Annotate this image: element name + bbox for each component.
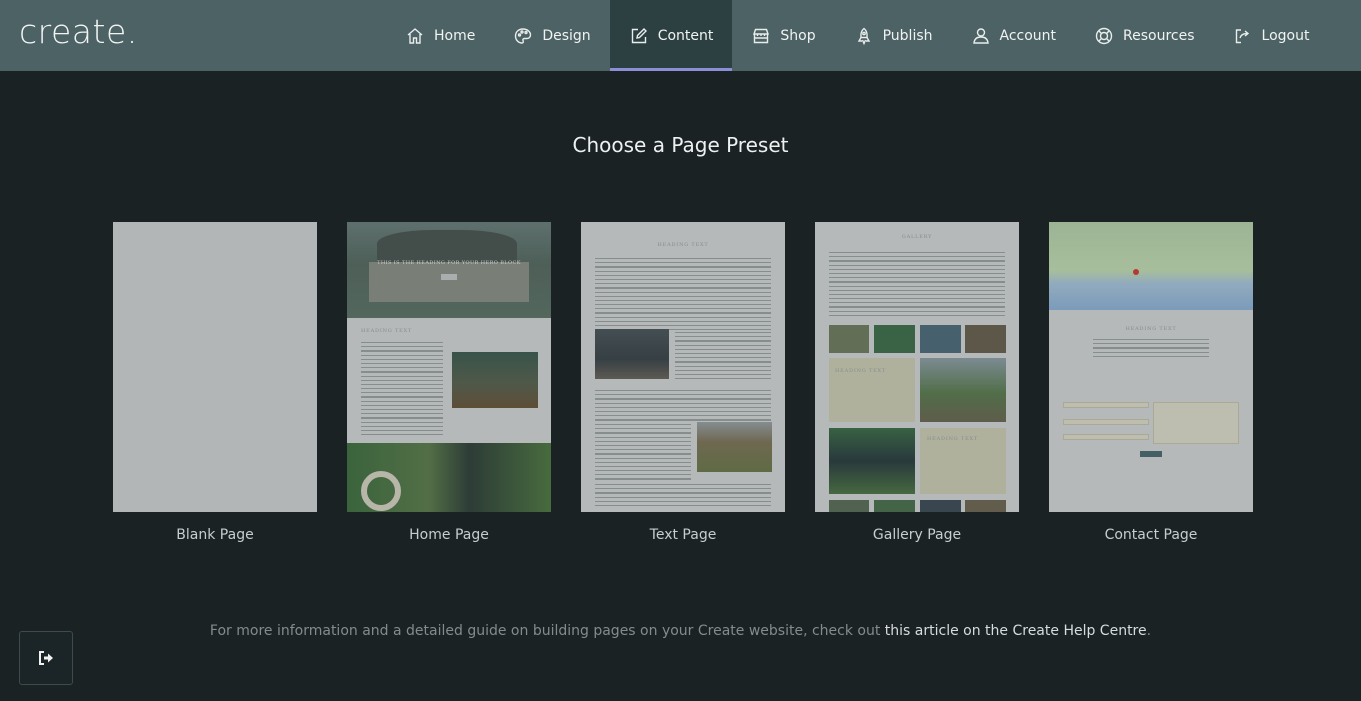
nav-item-resources[interactable]: Resources [1075,0,1214,71]
help-text-body: For more information and a detailed guid… [209,623,885,639]
nav-item-design[interactable]: Design [494,0,609,71]
sub-heading: HEADING TEXT [927,436,979,442]
living-room-image [595,329,669,379]
section-heading: GALLERY [901,234,933,240]
garden-image [347,443,551,512]
preset-label: Blank Page [176,527,254,543]
gallery-image [829,500,869,512]
gallery-image [829,428,915,494]
email-field [1063,419,1149,425]
message-field [1153,402,1239,444]
preset-thumbnail[interactable]: THIS IS THE HEADING FOR YOUR HERO BLOCK … [347,222,551,512]
preset-thumbnail[interactable]: GALLERY HEADING TEXT HEADING TEXT [815,222,1019,512]
help-centre-link[interactable]: this article on the Create Help Centre [885,623,1147,639]
nav-item-label: Home [434,27,476,44]
main-nav: Home Design Content Shop Publish Account… [386,0,1328,71]
sign-out-icon [39,651,53,665]
create-logo[interactable]: create. [19,12,138,51]
nav-item-shop[interactable]: Shop [732,0,834,71]
cottage-image [697,422,772,472]
help-text-end: . [1146,623,1152,639]
help-text: For more information and a detailed guid… [0,623,1361,639]
phone-field [1063,434,1149,440]
nav-item-home[interactable]: Home [386,0,494,71]
map-image [1049,222,1253,310]
preset-label: Home Page [409,527,489,543]
nav-item-label: Publish [882,27,933,44]
preset-thumbnail[interactable]: HEADING TEXT [581,222,785,512]
gallery-image [920,325,961,353]
gallery-image [874,500,915,512]
nav-item-content[interactable]: Content [609,0,733,71]
nav-item-logout[interactable]: Logout [1214,0,1329,71]
nav-item-publish[interactable]: Publish [835,0,952,71]
home-icon [405,26,425,46]
preset-list: Blank Page THIS IS THE HEADING FOR YOUR … [113,222,1253,543]
preset-label: Contact Page [1104,527,1198,543]
nav-item-label: Resources [1123,27,1195,44]
hero-heading: THIS IS THE HEADING FOR YOUR HERO BLOCK [377,260,521,266]
shop-icon [751,26,771,46]
send-button [1140,451,1162,457]
top-navigation-bar: create. Home Design Content Shop Publish… [0,0,1361,71]
nav-item-label: Shop [780,27,816,44]
hero-image: THIS IS THE HEADING FOR YOUR HERO BLOCK [347,222,551,318]
nav-item-label: Logout [1261,27,1310,44]
preset-text-page[interactable]: HEADING TEXT Text Page [581,222,785,543]
page-title: Choose a Page Preset [572,133,789,157]
map-pin-icon [1133,269,1139,275]
preset-home-page[interactable]: THIS IS THE HEADING FOR YOUR HERO BLOCK … [347,222,551,543]
preset-thumbnail[interactable]: HEADING TEXT [1049,222,1253,512]
nav-item-label: Design [542,27,591,44]
section-heading: HEADING TEXT [361,328,413,334]
gallery-image [920,358,1006,422]
preset-thumbnail[interactable] [113,222,317,512]
preset-label: Gallery Page [872,527,962,543]
nav-item-label: Account [999,27,1057,44]
logout-icon [1233,26,1253,46]
preset-label: Text Page [649,527,717,543]
nav-item-label: Content [657,27,714,44]
gallery-image [874,325,915,353]
gallery-image [920,500,961,512]
lifebuoy-icon [1094,26,1114,46]
preset-gallery-page[interactable]: GALLERY HEADING TEXT HEADING TEXT Galler… [815,222,1019,543]
gallery-image [965,325,1006,353]
edit-icon [629,26,649,46]
section-heading: HEADING TEXT [657,242,709,248]
name-field [1063,402,1149,408]
preset-blank-page[interactable]: Blank Page [113,222,317,543]
gallery-image [829,325,869,353]
preset-contact-page[interactable]: HEADING TEXT Contact Page [1049,222,1253,543]
boat-image [452,352,538,408]
user-icon [971,26,991,46]
section-heading: HEADING TEXT [1125,326,1177,332]
palette-icon [513,26,533,46]
gallery-image [965,500,1006,512]
rocket-icon [854,26,874,46]
exit-button[interactable] [19,631,73,685]
nav-item-account[interactable]: Account [952,0,1076,71]
